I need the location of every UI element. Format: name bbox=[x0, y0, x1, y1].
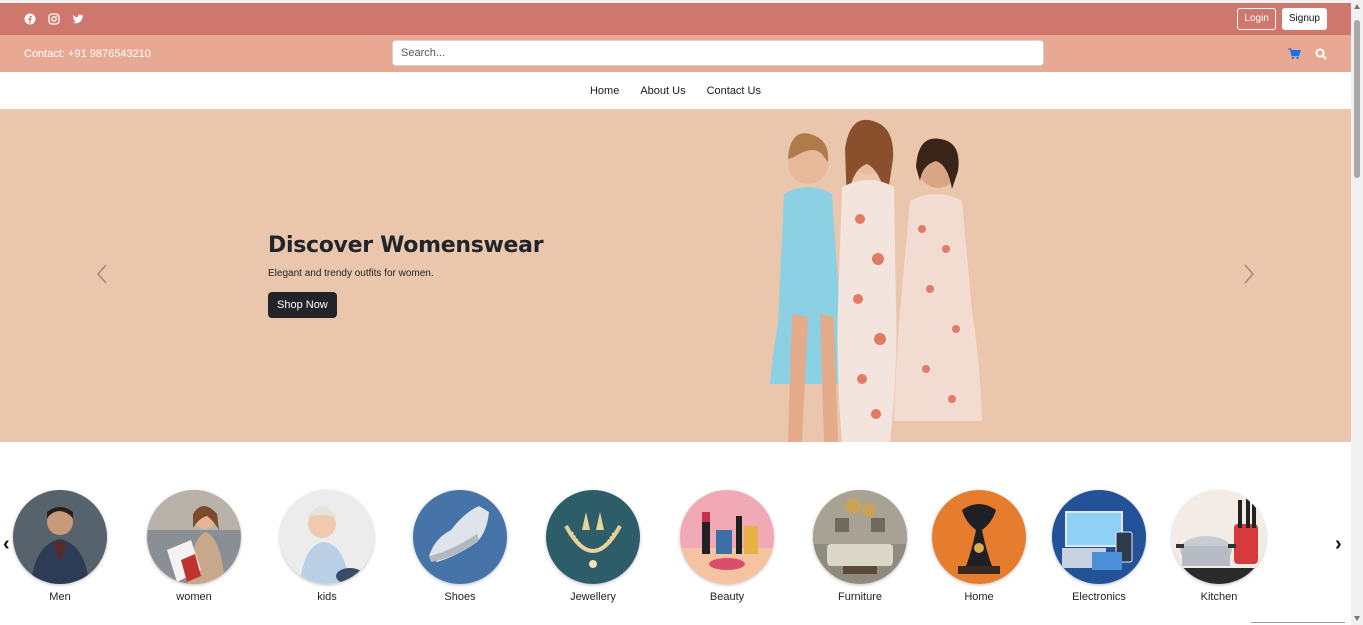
chevron-right-icon[interactable] bbox=[1241, 261, 1257, 287]
contact-search-bar: Contact: +91 9876543210 bbox=[0, 35, 1351, 72]
page-content: Login Signup Contact: +91 9876543210 Hom… bbox=[0, 0, 1351, 625]
shop-now-button[interactable]: Shop Now bbox=[268, 292, 337, 318]
page: Login Signup Contact: +91 9876543210 Hom… bbox=[0, 0, 1363, 625]
contact-text: Contact: +91 9876543210 bbox=[24, 47, 151, 60]
category-item-men[interactable]: Men bbox=[13, 490, 107, 603]
social-links bbox=[24, 13, 84, 25]
category-image-furniture bbox=[813, 490, 907, 584]
auth-buttons: Login Signup bbox=[1237, 8, 1327, 30]
scrollbar-thumb[interactable] bbox=[1354, 20, 1360, 178]
category-image-electronics bbox=[1052, 490, 1146, 584]
category-item-beauty[interactable]: Beauty bbox=[680, 490, 774, 603]
category-item-kitchen[interactable]: Kitchen bbox=[1172, 490, 1266, 603]
scrollbar[interactable] bbox=[1351, 0, 1363, 625]
category-label: Electronics bbox=[1072, 591, 1126, 603]
category-item-electronics[interactable]: Electronics bbox=[1052, 490, 1146, 603]
category-next-button[interactable]: › bbox=[1335, 533, 1342, 556]
category-image-beauty bbox=[680, 490, 774, 584]
chevron-left-icon[interactable] bbox=[94, 261, 110, 287]
category-image-kitchen bbox=[1172, 490, 1266, 584]
category-item-kids[interactable]: kids bbox=[280, 490, 374, 603]
category-image-jewellery bbox=[546, 490, 640, 584]
category-label: Jewellery bbox=[570, 591, 616, 603]
divider bbox=[1251, 622, 1345, 623]
category-label: Kitchen bbox=[1200, 591, 1238, 603]
category-item-shoes[interactable]: Shoes bbox=[413, 490, 507, 603]
category-item-jewellery[interactable]: Jewellery bbox=[546, 490, 640, 603]
scroll-down-icon[interactable] bbox=[1354, 616, 1360, 621]
category-label: women bbox=[176, 591, 212, 603]
top-bar: Login Signup bbox=[0, 3, 1351, 35]
category-image-men bbox=[13, 490, 107, 584]
search-icon[interactable] bbox=[1315, 47, 1327, 65]
main-nav: Home About Us Contact Us bbox=[0, 72, 1351, 109]
search-input[interactable] bbox=[392, 40, 1044, 66]
category-item-furniture[interactable]: Furniture bbox=[813, 490, 907, 603]
signup-button[interactable]: Signup bbox=[1281, 8, 1327, 30]
category-image-women bbox=[147, 490, 241, 584]
header-actions bbox=[1288, 47, 1327, 65]
category-image-shoes bbox=[413, 490, 507, 584]
category-label: kids bbox=[317, 591, 337, 603]
nav-about-us[interactable]: About Us bbox=[640, 85, 685, 97]
category-carousel: ‹ Men women kids Shoes Jewellery Beauty … bbox=[0, 442, 1351, 625]
hero-subtitle: Elegant and trendy outfits for women. bbox=[268, 268, 434, 279]
hero-carousel: Discover Womenswear Elegant and trendy o… bbox=[0, 109, 1351, 442]
cart-icon[interactable] bbox=[1288, 47, 1301, 65]
category-item-home[interactable]: Home bbox=[932, 490, 1026, 603]
category-item-women[interactable]: women bbox=[147, 490, 241, 603]
instagram-icon[interactable] bbox=[48, 13, 60, 25]
hero-image bbox=[700, 109, 1020, 442]
hero-caption: Discover Womenswear Elegant and trendy o… bbox=[268, 233, 544, 318]
scroll-up-icon[interactable] bbox=[1354, 4, 1360, 9]
hero-title: Discover Womenswear bbox=[268, 233, 544, 258]
nav-contact-us[interactable]: Contact Us bbox=[707, 85, 761, 97]
category-label: Shoes bbox=[444, 591, 476, 603]
category-label: Beauty bbox=[709, 591, 745, 603]
nav-home[interactable]: Home bbox=[590, 85, 619, 97]
login-button[interactable]: Login bbox=[1237, 8, 1276, 30]
category-prev-button[interactable]: ‹ bbox=[3, 533, 10, 556]
category-label: Home bbox=[964, 591, 994, 603]
facebook-icon[interactable] bbox=[24, 13, 36, 25]
category-label: Men bbox=[49, 591, 71, 603]
twitter-icon[interactable] bbox=[72, 13, 84, 25]
category-label: Furniture bbox=[837, 591, 883, 603]
category-image-home bbox=[932, 490, 1026, 584]
category-image-kids bbox=[280, 490, 374, 584]
